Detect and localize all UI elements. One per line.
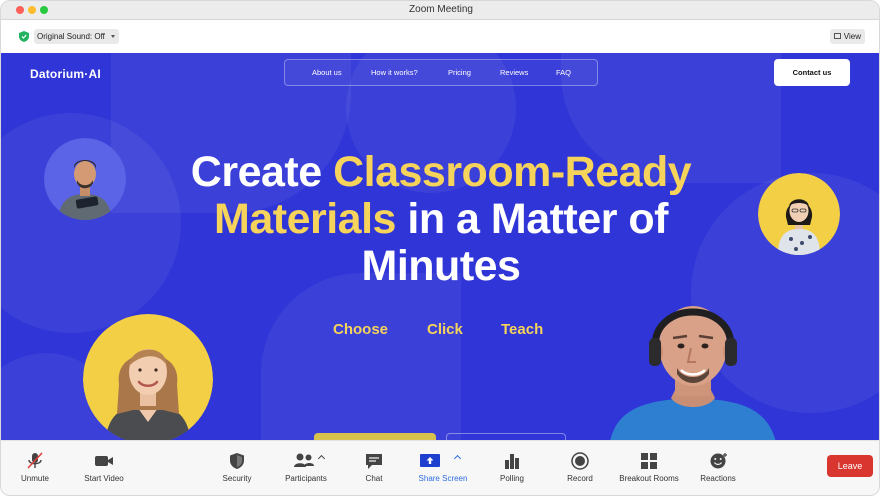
hero-highlight: Materials xyxy=(214,195,396,243)
record-button[interactable]: Record xyxy=(561,441,599,495)
meeting-top-bar: Original Sound: Off View xyxy=(1,20,879,53)
breakout-rooms-button[interactable]: Breakout Rooms xyxy=(615,441,683,495)
nav-pricing[interactable]: Pricing xyxy=(448,68,471,77)
shield-icon xyxy=(230,453,244,469)
breakout-rooms-icon xyxy=(641,453,657,469)
breakout-rooms-label: Breakout Rooms xyxy=(619,474,679,483)
unmute-label: Unmute xyxy=(20,474,49,483)
hero-highlight: Classroom-Ready xyxy=(333,148,692,196)
hero-text: Minutes xyxy=(361,242,521,290)
teacher-avatar-man xyxy=(44,138,126,220)
secondary-cta-button[interactable] xyxy=(446,433,566,440)
chat-label: Chat xyxy=(365,474,383,483)
start-video-label: Start Video xyxy=(84,474,124,483)
presenter-video xyxy=(610,306,776,440)
share-screen-button[interactable]: Share Screen xyxy=(413,441,473,495)
site-nav: About us How it works? Pricing Reviews F… xyxy=(284,59,598,86)
hero-text: Create xyxy=(190,148,334,196)
polling-button[interactable]: Polling xyxy=(493,441,531,495)
original-sound-select[interactable]: Original Sound: Off xyxy=(34,29,119,44)
record-icon xyxy=(571,452,589,470)
reactions-button[interactable]: Reactions xyxy=(697,441,739,495)
participants-label: Participants xyxy=(285,474,327,483)
unmute-button[interactable]: Unmute xyxy=(11,441,59,495)
hero-headline: Create Classroom-Ready Materials in a Ma… xyxy=(141,149,741,290)
meeting-toolbar: Unmute Start Video Security Participants… xyxy=(1,440,879,495)
teacher-avatar-woman xyxy=(758,173,840,255)
background-shape xyxy=(261,273,461,440)
view-button-label: View xyxy=(843,32,861,41)
hero-text: in a Matter of xyxy=(395,195,668,243)
zoom-window: Zoom Meeting Original Sound: Off View Da… xyxy=(0,0,880,496)
site-logo[interactable]: Datorium·AI xyxy=(30,67,101,81)
participants-button[interactable]: Participants xyxy=(277,441,335,495)
security-button[interactable]: Security xyxy=(215,441,259,495)
video-camera-icon xyxy=(95,456,113,466)
view-button[interactable]: View xyxy=(829,29,865,44)
encryption-shield-icon xyxy=(19,31,29,42)
muted-mic-icon xyxy=(27,452,43,469)
view-layout-icon xyxy=(833,33,841,39)
nav-about-us[interactable]: About us xyxy=(312,68,342,77)
get-started-button[interactable] xyxy=(314,433,436,440)
window-title: Zoom Meeting xyxy=(409,4,473,15)
chevron-down-icon xyxy=(110,35,115,38)
chat-bubble-icon xyxy=(366,454,382,469)
shared-screen: Datorium·AI About us How it works? Prici… xyxy=(1,53,879,440)
reaction-smiley-icon xyxy=(710,453,727,469)
nav-faq[interactable]: FAQ xyxy=(556,68,571,77)
participants-icon xyxy=(294,453,314,467)
contact-us-button[interactable]: Contact us xyxy=(774,59,850,86)
start-video-button[interactable]: Start Video xyxy=(77,441,131,495)
step-click: Click xyxy=(427,321,463,338)
step-choose: Choose xyxy=(333,321,389,338)
reactions-label: Reactions xyxy=(700,474,736,483)
chat-button[interactable]: Chat xyxy=(355,441,393,495)
share-screen-icon xyxy=(420,454,440,467)
leave-button[interactable]: Leave xyxy=(827,455,873,477)
nav-reviews[interactable]: Reviews xyxy=(500,68,528,77)
nav-how-it-works[interactable]: How it works? xyxy=(371,68,418,77)
security-label: Security xyxy=(222,474,252,483)
original-sound-label: Original Sound: Off xyxy=(37,32,105,41)
teacher-avatar-blonde xyxy=(83,314,213,440)
polling-label: Polling xyxy=(499,474,524,483)
record-label: Record xyxy=(567,474,593,483)
title-bar: Zoom Meeting xyxy=(1,1,879,20)
step-teach: Teach xyxy=(501,321,544,338)
share-screen-label: Share Screen xyxy=(418,474,468,483)
bar-chart-icon xyxy=(505,454,519,469)
